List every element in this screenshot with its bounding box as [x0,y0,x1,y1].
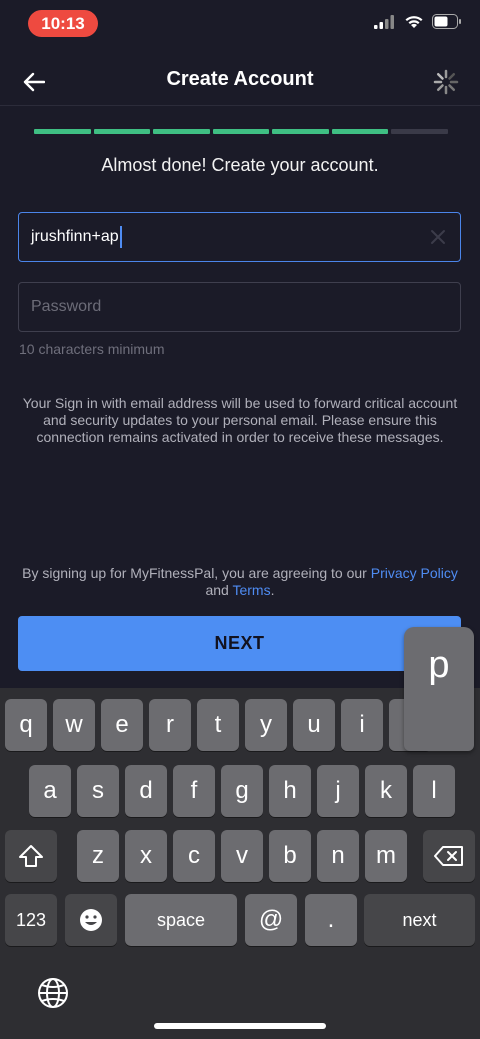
text-cursor [119,226,122,248]
key-i[interactable]: i [341,699,383,751]
progress-segment [331,129,389,134]
progress-segment [93,129,151,134]
step-progress-bar [34,129,449,134]
key-b[interactable]: b [269,830,311,882]
key-n[interactable]: n [317,830,359,882]
shift-icon [19,845,43,867]
home-indicator[interactable] [154,1023,326,1029]
privacy-policy-link[interactable]: Privacy Policy [371,565,458,581]
next-key[interactable]: next [364,894,475,946]
space-key[interactable]: space [125,894,237,946]
key-x[interactable]: x [125,830,167,882]
email-field[interactable]: jrushfinn+ap [18,212,461,262]
key-e[interactable]: e [101,699,143,751]
key-l[interactable]: l [413,765,455,817]
key-j[interactable]: j [317,765,359,817]
progress-segment [153,129,210,134]
key-r[interactable]: r [149,699,191,751]
key-v[interactable]: v [221,830,263,882]
cellular-signal-icon [374,14,394,29]
key-d[interactable]: d [125,765,167,817]
key-c[interactable]: c [173,830,215,882]
email-text: jrushfinn+ap [31,228,119,245]
key-h[interactable]: h [269,765,311,817]
legal-suffix: . [270,582,275,598]
key-s[interactable]: s [77,765,119,817]
key-m[interactable]: m [365,830,407,882]
status-bar: 10:13 [0,0,480,50]
terms-link[interactable]: Terms [232,582,270,598]
password-field[interactable] [18,282,461,332]
email-field-value: jrushfinn+ap [31,226,122,248]
key-k[interactable]: k [365,765,407,817]
key-f[interactable]: f [173,765,215,817]
emoji-icon [80,909,102,931]
legal-text: By signing up for MyFitnessPal, you are … [20,565,460,599]
progress-segment [391,129,449,134]
email-notice: Your Sign in with email address will be … [22,395,458,445]
globe-icon[interactable] [36,976,70,1010]
legal-middle: and [205,582,233,598]
key-q[interactable]: q [5,699,47,751]
key-t[interactable]: t [197,699,239,751]
status-time: 10:13 [28,10,98,37]
page-title: Create Account [166,68,314,90]
backspace-icon [434,846,463,866]
subtitle: Almost done! Create your account. [101,155,379,175]
progress-segment [212,129,270,134]
emoji-key[interactable] [65,894,117,946]
clear-icon[interactable] [428,227,448,247]
wifi-icon [405,15,423,28]
key-u[interactable]: u [293,699,335,751]
header: Create Account [0,56,480,106]
battery-icon [432,14,461,29]
status-icons [374,14,462,29]
at-key[interactable]: @ [245,894,297,946]
next-button[interactable]: NEXT [18,616,461,671]
numbers-key[interactable]: 123 [5,894,57,946]
key-a[interactable]: a [29,765,71,817]
key-y[interactable]: y [245,699,287,751]
key-z[interactable]: z [77,830,119,882]
password-input[interactable] [31,298,448,316]
progress-segment [34,129,91,134]
password-hint: 10 characters minimum [19,341,165,357]
dot-key[interactable]: . [305,894,357,946]
shift-key[interactable] [5,830,57,882]
progress-segment [272,129,329,134]
legal-prefix: By signing up for MyFitnessPal, you are … [22,565,371,581]
loading-spinner-icon [433,69,459,95]
key-preview-letter: p [428,643,450,686]
delete-key[interactable] [423,830,475,882]
key-g[interactable]: g [221,765,263,817]
key-w[interactable]: w [53,699,95,751]
